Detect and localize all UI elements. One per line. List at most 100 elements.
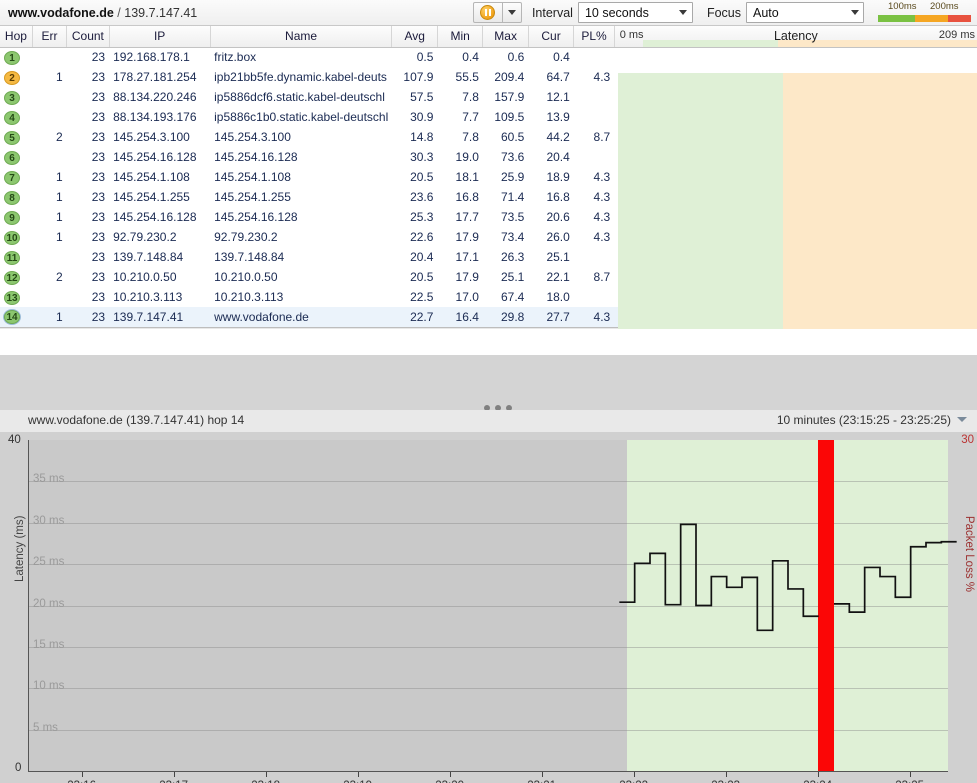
hop-max-cell: 60.5 [500, 130, 525, 144]
latency-step-path [619, 523, 957, 632]
hop-err-cell [32, 87, 66, 107]
col-header-min[interactable]: Min [437, 26, 484, 48]
title-separator: / [117, 5, 121, 20]
hop-ip-cell: 10.210.3.113 [113, 290, 183, 304]
pause-dropdown-button[interactable] [502, 2, 522, 23]
col-header-name[interactable]: Name [210, 26, 393, 48]
hop-latency-cell [614, 147, 977, 167]
hop-min-cell: 16.8 [455, 190, 479, 204]
col-header-avg[interactable]: Avg [391, 26, 438, 48]
col-header-count[interactable]: Count [66, 26, 110, 48]
hop-ip-cell: 178.27.181.254 [113, 70, 197, 84]
col-header-latency[interactable]: 0 ms Latency 209 ms [614, 26, 977, 48]
hop-pl-cell: 8.7 [593, 130, 611, 144]
col-header-cur[interactable]: Cur [528, 26, 575, 48]
hop-badge: 11 [4, 250, 20, 265]
table-row[interactable]: 1 23 192.168.178.1 fritz.box 0.5 0.4 0.6 0.4 [0, 47, 977, 67]
latency-legend: 100ms 200ms [878, 0, 971, 26]
graph-range-chevron-down-icon[interactable] [957, 417, 967, 422]
x-tick-mark [725, 772, 727, 777]
hop-latency-cell [614, 287, 977, 307]
hop-ip-cell: 88.134.220.246 [113, 90, 197, 104]
hop-ip-cell: 139.7.148.84 [113, 250, 184, 264]
hop-err-cell [32, 147, 66, 167]
hop-latency-cell [614, 47, 977, 67]
latency-axis-max: 209 ms [938, 29, 975, 41]
hop-number-cell: 10 [0, 227, 32, 247]
hop-number-cell: 1 [0, 47, 32, 67]
hop-pl-cell: 4.3 [593, 170, 611, 184]
legend-tick-labels: 100ms 200ms [878, 1, 971, 13]
hop-cur-cell: 0.4 [553, 50, 570, 65]
table-row[interactable]: 14 1 23 139.7.147.41 www.vodafone.de 22.7 16.4… [0, 307, 977, 327]
target-host: www.vodafone.de [8, 5, 114, 20]
hop-cur-cell: 26.0 [546, 230, 570, 244]
table-row[interactable]: 3 23 88.134.220.246 ip5886dcf6.static.kabel… [0, 87, 977, 107]
table-row[interactable]: 12 2 23 10.210.0.50 10.210.0.50 20.5 17.9 25.1 2… [0, 267, 977, 287]
hop-max-cell: 71.4 [500, 190, 525, 204]
hop-max-cell: 26.3 [500, 250, 525, 264]
table-row[interactable]: 5 2 23 145.254.3.100 145.254.3.100 14.8 7.8 60.… [0, 127, 977, 147]
hop-cur-cell: 16.8 [546, 190, 570, 204]
table-row[interactable]: 8 1 23 145.254.1.255 145.254.1.255 23.6 16.8 71… [0, 187, 977, 207]
hop-name-cell: 145.254.1.108 [214, 170, 291, 184]
table-row[interactable]: 10 1 23 92.79.230.2 92.79.230.2 22.6 17.9 73.4 2… [0, 227, 977, 247]
focus-select[interactable]: Auto [746, 2, 864, 23]
latency-step-line [619, 523, 957, 632]
x-tick-mark [173, 772, 175, 777]
hop-count-cell: 23 [91, 70, 106, 84]
x-tick-mark [909, 772, 911, 777]
hop-avg-cell: 20.5 [410, 170, 434, 184]
pause-button[interactable] [472, 2, 503, 23]
hop-avg-cell: 25.3 [410, 210, 434, 224]
hop-count-cell: 23 [91, 170, 106, 184]
col-header-pl[interactable]: PL% [573, 26, 615, 48]
hop-avg-cell: 107.9 [403, 70, 434, 84]
hop-avg-cell: 20.5 [410, 270, 434, 284]
hop-err-cell [32, 247, 66, 267]
hop-min-cell: 17.9 [455, 270, 479, 284]
hop-latency-cell [614, 87, 977, 107]
plot-canvas[interactable]: 35 ms 30 ms 25 ms 20 ms 15 ms 10 ms 5 ms [28, 440, 957, 772]
x-axis-ticks: 23:1623:1723:1823:1923:2023:2123:2223:23… [28, 772, 948, 783]
panel-splitter[interactable] [0, 355, 977, 410]
hop-number-cell: 14 [0, 307, 33, 327]
hop-number-cell: 8 [0, 187, 32, 207]
y-axis-max-label: 40 [8, 434, 21, 446]
legend-low-label: 100ms [888, 0, 917, 12]
graph-time-range[interactable]: 10 minutes (23:15:25 - 23:25:25) [777, 413, 951, 427]
hop-count-cell: 23 [66, 307, 110, 327]
legend-color-bar [878, 14, 971, 22]
hop-avg-cell: 0.5 [416, 50, 434, 65]
hop-count-cell: 23 [91, 210, 106, 224]
col-header-ip[interactable]: IP [109, 26, 211, 48]
focus-value: Auto [753, 5, 779, 20]
hop-avg-cell: 22.5 [410, 290, 434, 304]
hop-min-cell: 17.9 [455, 230, 479, 244]
table-row[interactable]: 2 1 23 178.27.181.254 ipb21bb5fe.dynamic.kab… [0, 67, 977, 87]
hop-name-cell: ipb21bb5fe.dynamic.kabel-deuts [214, 70, 387, 84]
table-row[interactable]: 9 1 23 145.254.16.128 145.254.16.128 25.3 17.7… [0, 207, 977, 227]
hop-count-cell: 23 [91, 50, 106, 65]
table-row[interactable]: 13 23 10.210.3.113 10.210.3.113 22.5 17.0 67.4… [0, 287, 977, 307]
table-row[interactable]: 6 23 145.254.16.128 145.254.16.128 30.3 19.0 7… [0, 147, 977, 167]
interval-select[interactable]: 10 seconds [577, 2, 693, 23]
hop-cur-cell: 20.6 [546, 210, 570, 224]
hop-badge: 5 [4, 130, 20, 145]
table-row[interactable]: 4 23 88.134.193.176 ip5886c1b0.static.kabel… [0, 107, 977, 127]
col-header-err[interactable]: Err [32, 26, 68, 48]
col-header-max[interactable]: Max [482, 26, 529, 48]
col-header-hop[interactable]: Hop [0, 26, 33, 48]
hop-min-cell: 55.5 [455, 70, 479, 84]
hop-pl-cell: 4.3 [593, 230, 611, 244]
hop-count-cell: 23 [91, 150, 106, 164]
hop-pl-cell [574, 287, 614, 307]
hop-ip-cell: 192.168.178.1 [113, 50, 190, 65]
table-row[interactable]: 7 1 23 145.254.1.108 145.254.1.108 20.5 18.1 25… [0, 167, 977, 187]
hop-name-cell: 145.254.16.128 [214, 210, 298, 224]
hop-latency-cell [614, 167, 977, 187]
hop-avg-cell: 57.5 [410, 90, 434, 104]
focus-label: Focus [706, 5, 741, 20]
hop-max-cell: 109.5 [494, 110, 525, 124]
table-row[interactable]: 11 23 139.7.148.84 139.7.148.84 20.4 17.1 26.3… [0, 247, 977, 267]
